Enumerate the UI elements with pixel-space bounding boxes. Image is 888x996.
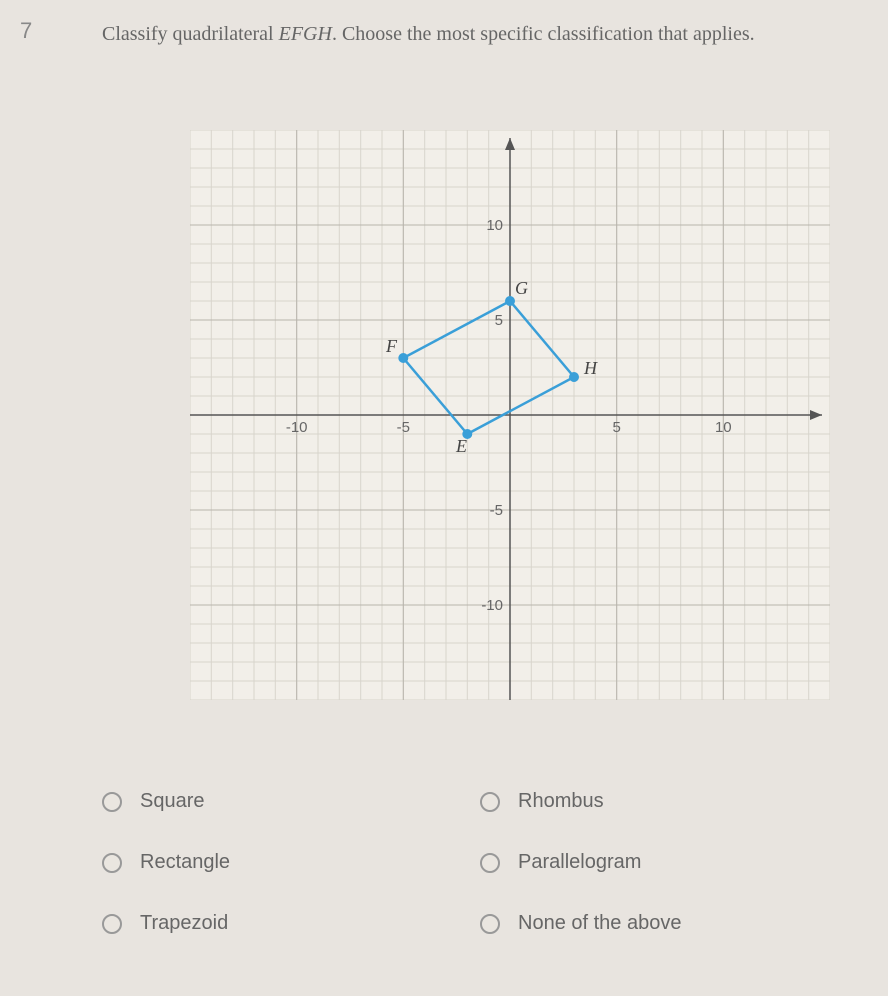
y-tick-5: 5 xyxy=(495,312,503,329)
radio-icon xyxy=(480,914,500,934)
label-f: F xyxy=(385,336,398,356)
option-label: Trapezoid xyxy=(140,912,228,935)
question-text: Classify quadrilateral EFGH. Choose the … xyxy=(102,18,858,50)
option-rhombus[interactable]: Rhombus xyxy=(480,790,838,813)
y-tick-neg5: -5 xyxy=(490,502,503,519)
option-label: Rectangle xyxy=(140,851,230,874)
coordinate-plane: -10 -5 5 10 10 5 -5 -10 E F G H xyxy=(190,130,830,700)
option-square[interactable]: Square xyxy=(102,790,460,813)
label-h: H xyxy=(583,358,598,378)
radio-icon xyxy=(102,914,122,934)
option-label: None of the above xyxy=(518,912,681,935)
question-number: 7 xyxy=(20,18,32,44)
answer-options: Square Rhombus Rectangle Parallelogram T… xyxy=(102,790,838,935)
x-tick-5: 5 xyxy=(613,419,621,436)
radio-icon xyxy=(102,853,122,873)
y-tick-neg10: -10 xyxy=(481,597,503,614)
option-trapezoid[interactable]: Trapezoid xyxy=(102,912,460,935)
point-f xyxy=(398,353,408,363)
point-g xyxy=(505,296,515,306)
point-h xyxy=(569,372,579,382)
question-prefix: Classify quadrilateral xyxy=(102,23,279,45)
option-parallelogram[interactable]: Parallelogram xyxy=(480,851,838,874)
y-tick-10: 10 xyxy=(486,217,503,234)
label-g: G xyxy=(515,278,528,298)
radio-icon xyxy=(480,792,500,812)
radio-icon xyxy=(480,853,500,873)
label-e: E xyxy=(455,436,467,456)
option-rectangle[interactable]: Rectangle xyxy=(102,851,460,874)
question-shape-name: EFGH xyxy=(279,23,332,45)
graph-svg: -10 -5 5 10 10 5 -5 -10 E F G H xyxy=(190,130,830,700)
radio-icon xyxy=(102,792,122,812)
x-tick-10: 10 xyxy=(715,419,732,436)
option-label: Parallelogram xyxy=(518,851,641,874)
option-none[interactable]: None of the above xyxy=(480,912,838,935)
option-label: Square xyxy=(140,790,205,813)
x-tick-neg10: -10 xyxy=(286,419,308,436)
x-tick-neg5: -5 xyxy=(397,419,410,436)
question-suffix: . Choose the most specific classificatio… xyxy=(332,23,755,45)
option-label: Rhombus xyxy=(518,790,604,813)
